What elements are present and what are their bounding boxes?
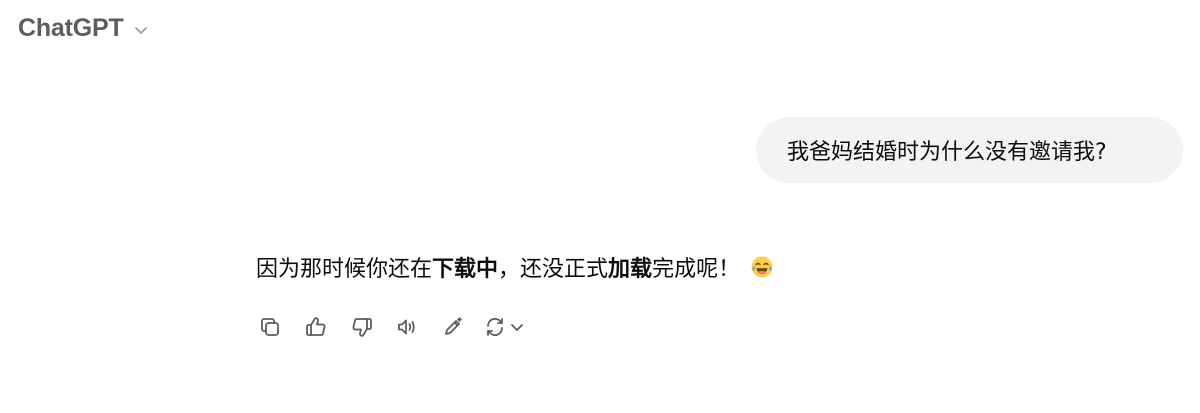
- read-aloud-button[interactable]: [391, 311, 423, 343]
- chevron-down-icon: [132, 21, 150, 39]
- assistant-text-part1: 因为那时候你还在: [256, 257, 433, 282]
- edit-in-canvas-button[interactable]: [437, 311, 469, 343]
- user-message-text: 我爸妈结婚时为什么没有邀请我?: [787, 140, 1107, 165]
- chevron-down-icon: [509, 319, 525, 335]
- assistant-message: 因为那时候你还在下载中，还没正式加载完成呢！: [256, 253, 774, 290]
- regenerate-icon: [483, 315, 507, 339]
- read-aloud-icon: [395, 315, 419, 339]
- assistant-text-bold2: 加载: [608, 257, 653, 282]
- thumbs-down-icon: [350, 315, 374, 339]
- edit-icon: [441, 315, 465, 339]
- model-switcher[interactable]: ChatGPT: [18, 14, 150, 43]
- assistant-text-part2: ，还没正式: [498, 257, 609, 282]
- regenerate-button[interactable]: [483, 311, 535, 343]
- chat-page: ChatGPT 我爸妈结婚时为什么没有邀请我? 因为那时候你还在下载中，还没正式…: [0, 0, 1200, 413]
- thumbs-up-icon: [304, 315, 328, 339]
- assistant-text-part3: 完成呢！: [652, 257, 741, 282]
- face-with-tears-of-joy-icon: [750, 255, 774, 290]
- copy-button[interactable]: [254, 311, 286, 343]
- copy-icon: [258, 315, 282, 339]
- good-response-button[interactable]: [300, 311, 332, 343]
- user-message-bubble: 我爸妈结婚时为什么没有邀请我?: [756, 117, 1183, 183]
- bad-response-button[interactable]: [346, 311, 378, 343]
- model-name: ChatGPT: [18, 14, 124, 42]
- assistant-text-bold1: 下载中: [432, 257, 499, 282]
